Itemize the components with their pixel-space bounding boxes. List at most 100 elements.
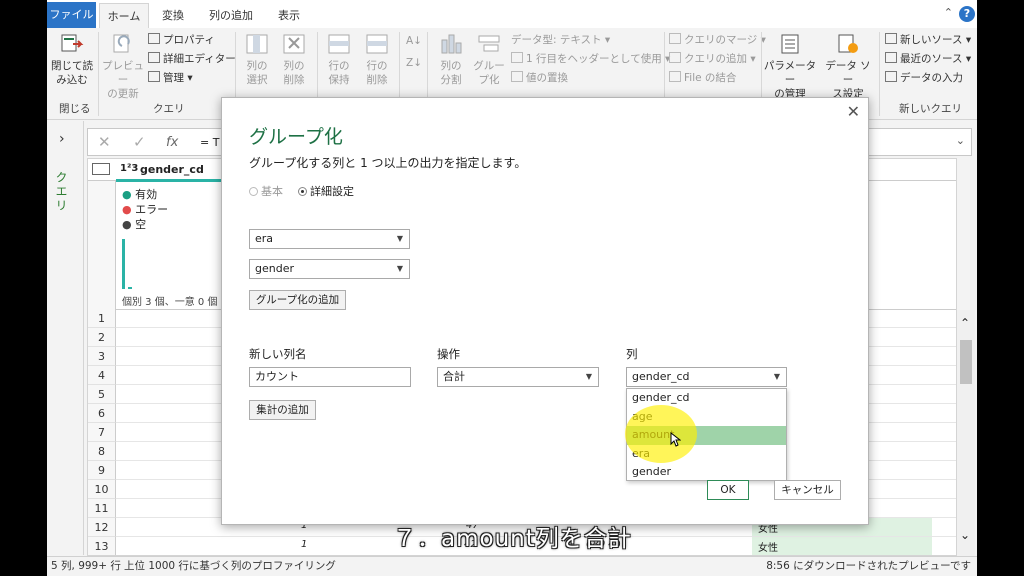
status-profiling[interactable]: 上位 1000 行に基づく列のプロファイリング bbox=[124, 557, 336, 575]
remove-rows-button[interactable]: 行の 削除 bbox=[359, 32, 395, 87]
scrollbar-thumb[interactable] bbox=[960, 340, 972, 384]
row-number[interactable]: 3 bbox=[88, 347, 116, 366]
collapse-ribbon-icon[interactable]: ⌃ bbox=[944, 6, 953, 19]
confirm-formula-icon[interactable]: ✓ bbox=[133, 133, 146, 151]
replace-values-icon bbox=[511, 71, 523, 82]
replace-values-button[interactable]: 値の置換 bbox=[511, 69, 568, 87]
row-number[interactable]: 11 bbox=[88, 499, 116, 518]
profile-valid: ● 有効 bbox=[122, 187, 168, 202]
group-column-select-2[interactable]: gender ▼ bbox=[249, 259, 410, 279]
manage-icon bbox=[148, 71, 160, 82]
tab-file[interactable]: ファイル bbox=[47, 2, 96, 28]
scroll-up-icon[interactable]: ⌃ bbox=[960, 316, 970, 330]
operation-label: 操作 bbox=[437, 347, 460, 361]
row-number[interactable]: 12 bbox=[88, 518, 116, 537]
merge-queries-button[interactable]: クエリのマージ ▾ bbox=[669, 31, 766, 49]
split-column-icon bbox=[441, 34, 462, 54]
expand-pane-icon[interactable]: › bbox=[59, 131, 65, 147]
cancel-formula-icon[interactable]: ✕ bbox=[98, 133, 111, 151]
data-source-settings-button[interactable]: データ ソー ス設定 bbox=[821, 32, 875, 101]
dropdown-option-gender-cd[interactable]: gender_cd bbox=[627, 389, 786, 408]
operation-select[interactable]: 合計 ▼ bbox=[437, 367, 599, 387]
first-row-header-icon bbox=[511, 52, 523, 63]
row-number[interactable]: 13 bbox=[88, 537, 116, 555]
combine-files-button[interactable]: File の結合 bbox=[669, 69, 736, 87]
vertical-scrollbar[interactable]: ⌃ ⌄ bbox=[957, 310, 975, 556]
tab-home[interactable]: ホーム bbox=[99, 3, 149, 28]
fx-icon[interactable]: fx bbox=[166, 135, 178, 150]
status-bar: 5 列, 999+ 行 上位 1000 行に基づく列のプロファイリング 8:56… bbox=[47, 556, 977, 576]
advanced-editor-label: 詳細エディター bbox=[163, 53, 236, 65]
expand-formula-icon[interactable]: ⌄ bbox=[956, 134, 965, 147]
refresh-preview-button[interactable]: プレビュー の更新 bbox=[101, 32, 145, 101]
close-load-button[interactable]: 閉じて読 み込む bbox=[51, 32, 93, 87]
keep-rows-icon bbox=[328, 34, 350, 54]
cancel-button[interactable]: キャンセル bbox=[774, 480, 841, 500]
column-select-value: gender_cd bbox=[632, 370, 690, 383]
row-number[interactable]: 7 bbox=[88, 423, 116, 442]
keep-rows-button[interactable]: 行の 保持 bbox=[321, 32, 357, 87]
new-source-label: 新しいソース bbox=[900, 34, 963, 46]
manage-parameters-button[interactable]: パラメーター の管理 bbox=[763, 32, 817, 101]
tab-add-column[interactable]: 列の追加 bbox=[202, 3, 260, 28]
formula-text[interactable]: = T bbox=[200, 136, 219, 149]
add-aggregation-button[interactable]: 集計の追加 bbox=[249, 400, 316, 420]
remove-rows-label: 行の 削除 bbox=[366, 60, 388, 86]
first-row-header-label: 1 行目をヘッダーとして使用 bbox=[526, 53, 662, 65]
status-preview-time: 8:56 にダウンロードされたプレビューです bbox=[766, 560, 971, 572]
table-menu-icon[interactable] bbox=[92, 163, 110, 175]
tab-view[interactable]: 表示 bbox=[271, 3, 307, 28]
close-dialog-icon[interactable]: ✕ bbox=[847, 102, 860, 121]
column-select[interactable]: gender_cd ▼ bbox=[626, 367, 787, 387]
remove-columns-button[interactable]: 列の 削除 bbox=[276, 32, 312, 87]
enter-data-icon bbox=[885, 71, 897, 82]
cell-gender[interactable]: 女性 bbox=[758, 539, 778, 554]
data-source-settings-label: データ ソー ス設定 bbox=[825, 60, 871, 100]
manage-button[interactable]: 管理 ▾ bbox=[148, 69, 193, 87]
column-label: 列 bbox=[626, 347, 638, 361]
ok-button[interactable]: OK bbox=[707, 480, 749, 500]
row-number[interactable]: 5 bbox=[88, 385, 116, 404]
properties-icon bbox=[148, 33, 160, 44]
enter-data-button[interactable]: データの入力 bbox=[885, 69, 963, 87]
data-type-dropdown[interactable]: データ型: テキスト ▾ bbox=[511, 31, 610, 49]
combine-files-label: File の結合 bbox=[684, 72, 737, 84]
radio-basic[interactable]: 基本 bbox=[249, 183, 283, 199]
properties-button[interactable]: プロパティ bbox=[148, 31, 215, 49]
row-number[interactable]: 8 bbox=[88, 442, 116, 461]
manage-label: 管理 bbox=[163, 72, 184, 84]
row-number[interactable]: 4 bbox=[88, 366, 116, 385]
group-query-label: クエリ bbox=[153, 103, 185, 115]
profile-error-label: エラー bbox=[135, 203, 169, 216]
sort-descending-button[interactable]: Z↓ bbox=[405, 56, 423, 70]
cell-gender-cd[interactable]: 1 bbox=[301, 539, 307, 550]
video-caption: ７．amount列を合計 bbox=[393, 526, 632, 552]
row-number[interactable]: 6 bbox=[88, 404, 116, 423]
scroll-down-icon[interactable]: ⌄ bbox=[960, 528, 970, 542]
dropdown-option-gender[interactable]: gender bbox=[627, 463, 786, 482]
type-badge-icon[interactable]: 1²3 bbox=[120, 163, 138, 174]
row-number[interactable]: 1 bbox=[88, 309, 116, 328]
group-by-button[interactable]: グルー プ化 bbox=[471, 32, 507, 87]
row-number[interactable]: 10 bbox=[88, 480, 116, 499]
first-row-header-button[interactable]: 1 行目をヘッダーとして使用 ▾ bbox=[511, 50, 670, 68]
row-number[interactable]: 9 bbox=[88, 461, 116, 480]
new-source-button[interactable]: 新しいソース ▾ bbox=[885, 31, 971, 49]
help-icon[interactable]: ? bbox=[959, 6, 975, 22]
advanced-editor-button[interactable]: 詳細エディター bbox=[148, 50, 236, 68]
close-load-icon bbox=[61, 34, 84, 52]
add-grouping-button[interactable]: グループ化の追加 bbox=[249, 290, 346, 310]
choose-columns-button[interactable]: 列の 選択 bbox=[239, 32, 275, 87]
sort-ascending-button[interactable]: A↓ bbox=[405, 34, 423, 48]
profile-empty-label: 空 bbox=[135, 218, 147, 231]
split-column-button[interactable]: 列の 分割 bbox=[433, 32, 469, 87]
new-column-name-input[interactable]: カウント bbox=[249, 367, 411, 387]
append-queries-button[interactable]: クエリの追加 ▾ bbox=[669, 50, 756, 68]
recent-sources-button[interactable]: 最近のソース ▾ bbox=[885, 50, 971, 68]
column-header-gender-cd[interactable]: gender_cd bbox=[140, 163, 204, 176]
group-by-icon bbox=[478, 35, 500, 52]
row-number[interactable]: 2 bbox=[88, 328, 116, 347]
tab-transform[interactable]: 変換 bbox=[155, 3, 191, 28]
radio-advanced[interactable]: 詳細設定 bbox=[298, 183, 354, 199]
group-column-select-1[interactable]: era ▼ bbox=[249, 229, 410, 249]
